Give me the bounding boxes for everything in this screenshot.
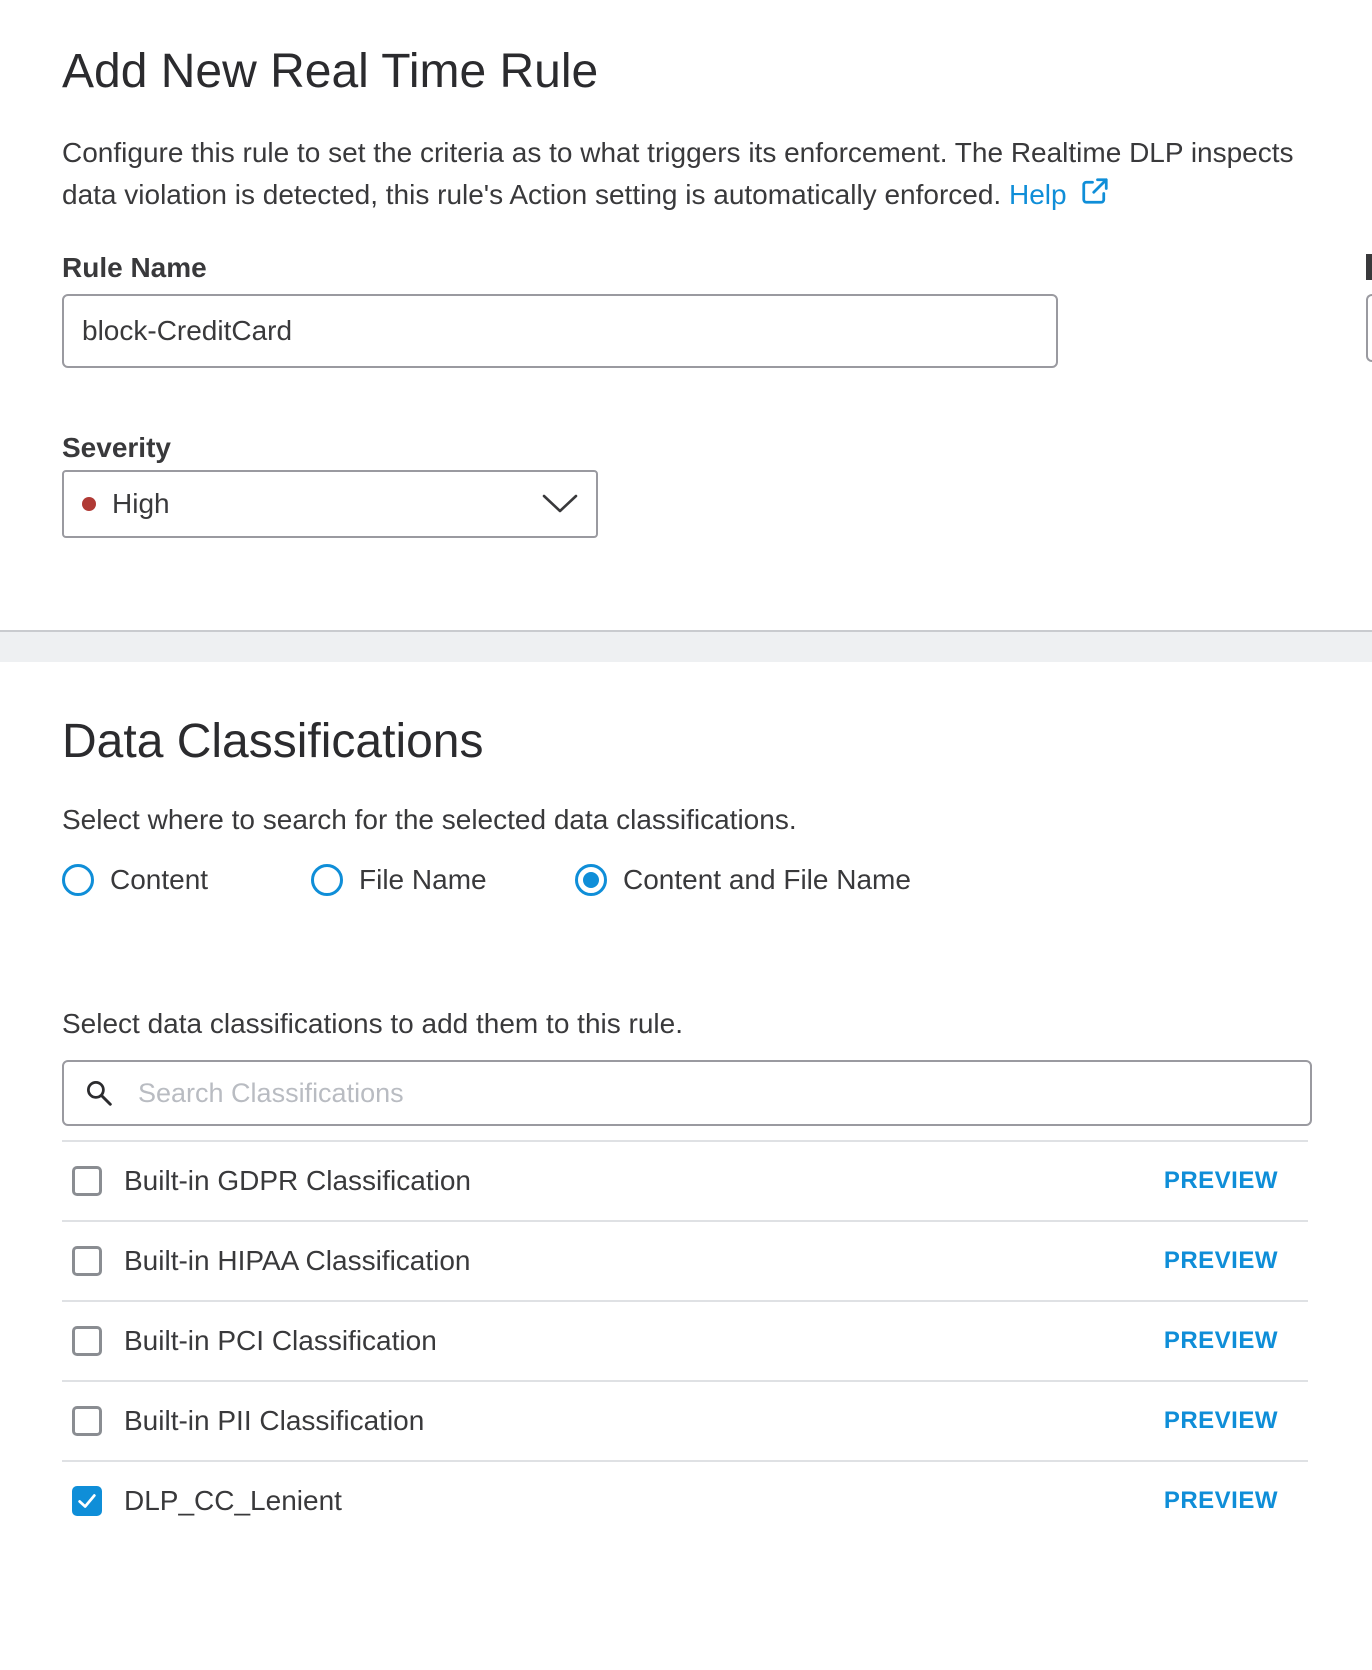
description-line-2: data violation is detected, this rule's …	[62, 174, 1372, 216]
radio-content-and-file-name-label: Content and File Name	[623, 864, 911, 895]
classification-row: Built-in HIPAA Classification PREVIEW	[62, 1220, 1308, 1300]
preview-link[interactable]: PREVIEW	[1164, 1327, 1278, 1355]
classification-name: DLP_CC_Lenient	[124, 1485, 342, 1516]
section-divider	[0, 630, 1372, 662]
classification-name: Built-in GDPR Classification	[124, 1165, 471, 1196]
description-line-1: Configure this rule to set the criteria …	[62, 137, 1294, 168]
rule-name-label: Rule Name	[62, 252, 207, 283]
preview-link[interactable]: PREVIEW	[1164, 1167, 1278, 1195]
classification-checkbox[interactable]	[72, 1326, 102, 1356]
rule-details-section: Add New Real Time Rule Configure this ru…	[0, 0, 1372, 630]
severity-label: Severity	[62, 432, 171, 463]
page-description: Configure this rule to set the criteria …	[62, 132, 1372, 216]
radio-content[interactable]: Content	[62, 864, 208, 896]
help-link[interactable]: Help	[1008, 178, 1110, 210]
external-link-icon	[1082, 178, 1108, 204]
preview-link[interactable]: PREVIEW	[1164, 1247, 1278, 1275]
classification-checkbox[interactable]	[72, 1486, 102, 1516]
radio-content-and-file-name[interactable]: Content and File Name	[575, 864, 911, 896]
classification-row: DLP_CC_Lenient PREVIEW	[62, 1460, 1308, 1540]
classification-checkbox[interactable]	[72, 1166, 102, 1196]
rule-name-input[interactable]	[62, 294, 1058, 368]
radio-file-name-circle	[311, 864, 343, 896]
radio-file-name-label: File Name	[359, 864, 487, 895]
classification-name: Built-in PCI Classification	[124, 1325, 437, 1356]
checkmark-icon	[78, 1494, 96, 1508]
search-where-instruction: Select where to search for the selected …	[62, 804, 797, 835]
radio-content-label: Content	[110, 864, 209, 895]
select-classifications-instruction: Select data classifications to add them …	[62, 1008, 683, 1039]
help-link-label: Help	[1008, 179, 1067, 210]
preview-link[interactable]: PREVIEW	[1164, 1407, 1278, 1435]
classification-row: Built-in PCI Classification PREVIEW	[62, 1300, 1308, 1380]
classification-name: Built-in PII Classification	[124, 1405, 425, 1436]
data-classifications-title: Data Classifications	[62, 715, 484, 768]
classification-list: Built-in GDPR Classification PREVIEW Bui…	[62, 1140, 1308, 1540]
classification-checkbox[interactable]	[72, 1406, 102, 1436]
classification-search-input[interactable]	[136, 1076, 1290, 1110]
truncated-field-label	[1366, 254, 1372, 280]
radio-content-and-file-name-circle	[575, 864, 607, 896]
chevron-down-icon	[542, 494, 578, 513]
classification-checkbox[interactable]	[72, 1246, 102, 1276]
radio-content-circle	[62, 864, 94, 896]
search-icon	[87, 1081, 112, 1106]
radio-file-name[interactable]: File Name	[311, 864, 487, 896]
radio-selected-dot	[583, 872, 599, 888]
severity-dot-icon	[82, 497, 96, 511]
description-line-2-text: data violation is detected, this rule's …	[62, 179, 1002, 210]
truncated-field-input[interactable]	[1366, 294, 1372, 362]
classification-row: Built-in PII Classification PREVIEW	[62, 1380, 1308, 1460]
classification-search	[62, 1060, 1312, 1126]
preview-link[interactable]: PREVIEW	[1164, 1487, 1278, 1515]
severity-value: High	[112, 488, 170, 519]
classification-name: Built-in HIPAA Classification	[124, 1245, 471, 1276]
page-title: Add New Real Time Rule	[62, 45, 599, 98]
severity-select[interactable]: High	[62, 470, 598, 538]
classification-row: Built-in GDPR Classification PREVIEW	[62, 1140, 1308, 1220]
